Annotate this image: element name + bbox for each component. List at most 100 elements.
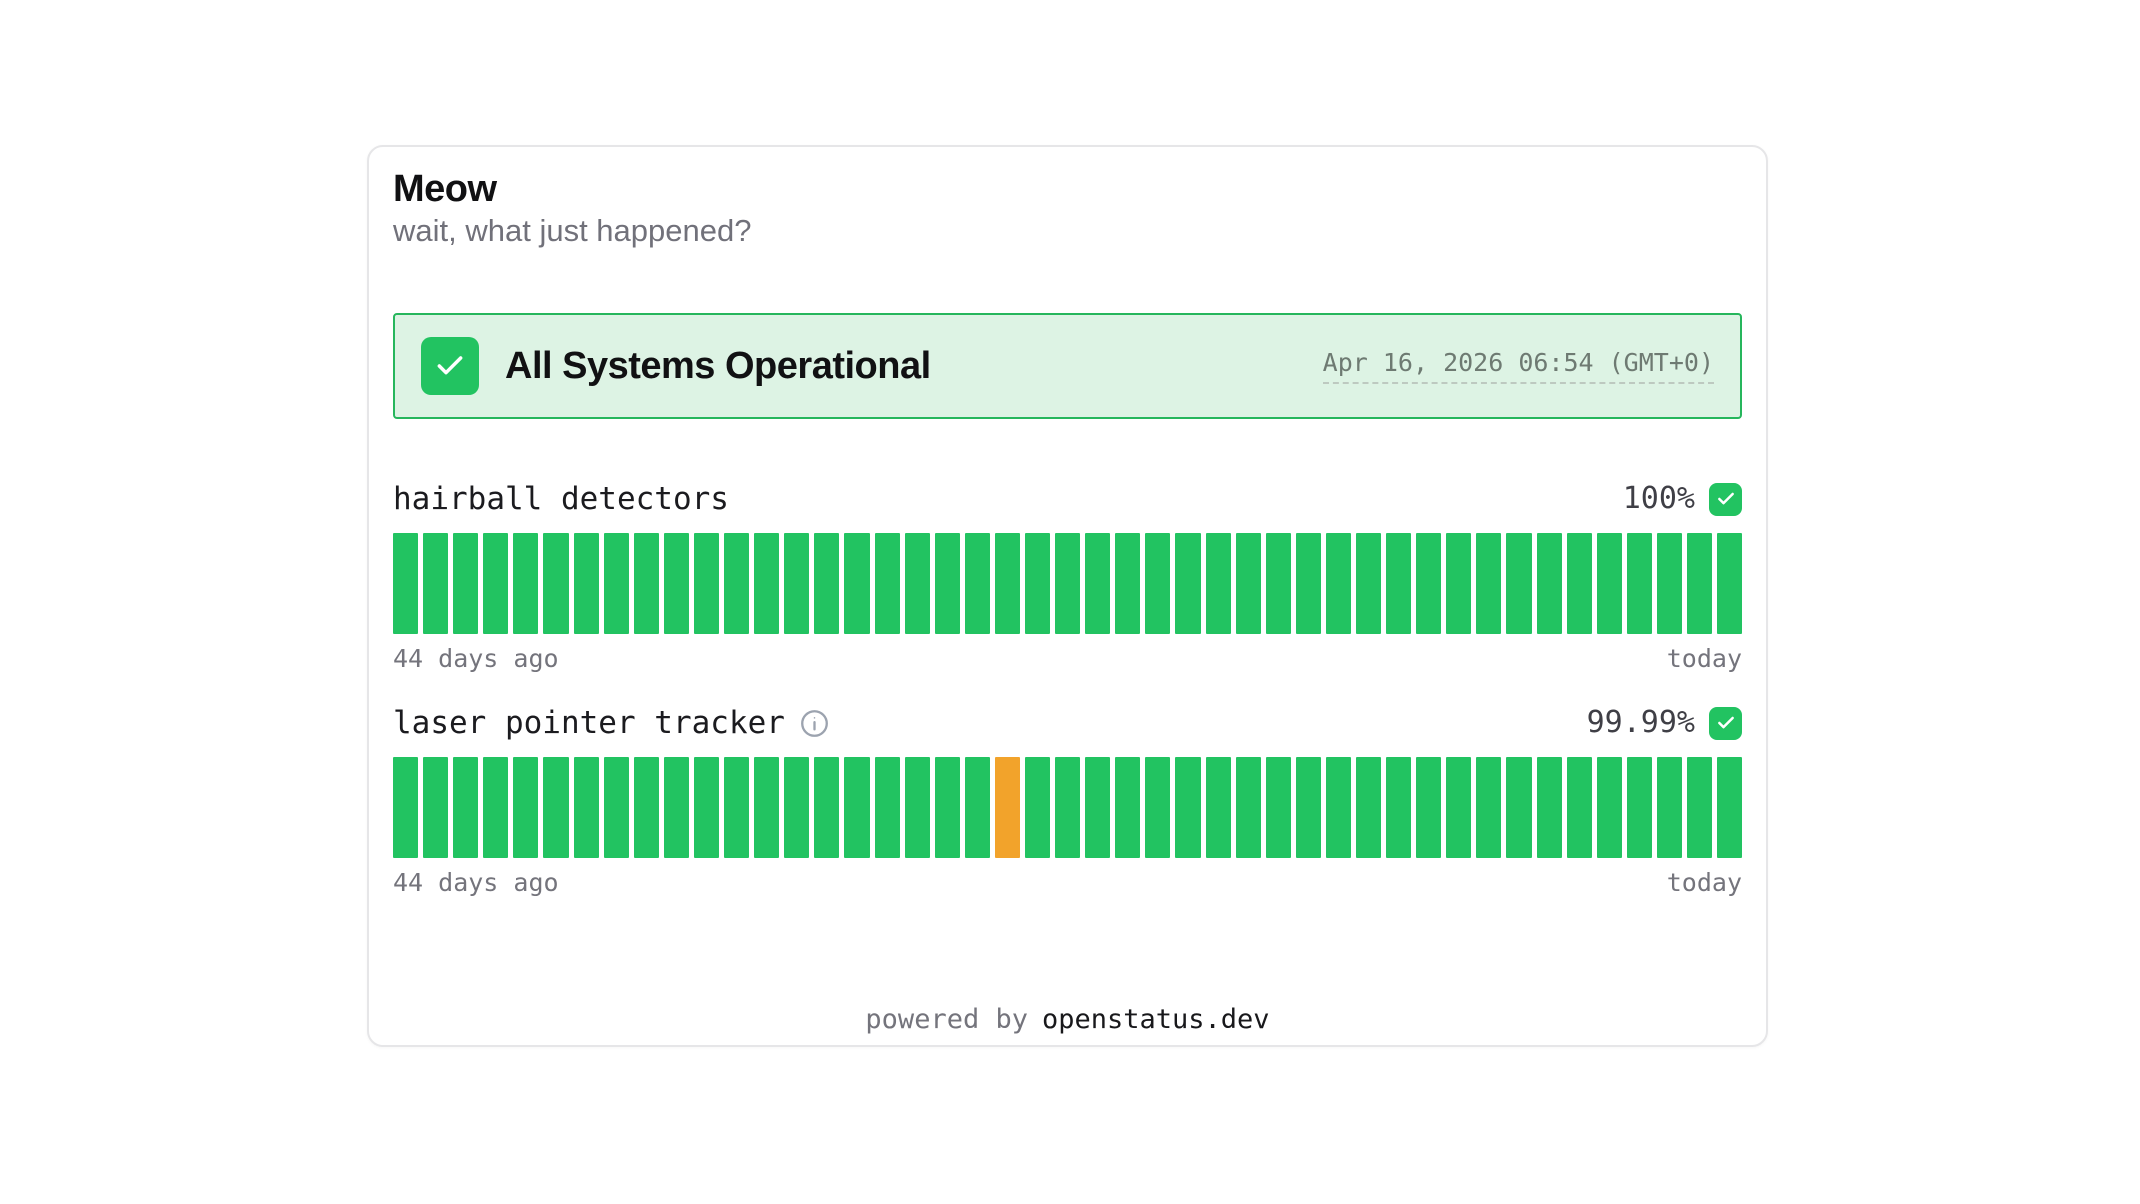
uptime-bar[interactable] bbox=[1446, 533, 1471, 634]
uptime-bar[interactable] bbox=[1236, 533, 1261, 634]
uptime-bar[interactable] bbox=[1206, 533, 1231, 634]
uptime-bar[interactable] bbox=[1085, 757, 1110, 858]
uptime-bar[interactable] bbox=[995, 533, 1020, 634]
bar-range-labels: 44 days ago today bbox=[393, 867, 1742, 899]
uptime-bar[interactable] bbox=[1115, 533, 1140, 634]
uptime-bar[interactable] bbox=[1266, 757, 1291, 858]
uptime-bar-degraded[interactable] bbox=[995, 757, 1020, 858]
openstatus-link[interactable]: openstatus.dev bbox=[1042, 1004, 1270, 1035]
uptime-bar[interactable] bbox=[1476, 533, 1501, 634]
uptime-bar[interactable] bbox=[1687, 533, 1712, 634]
uptime-bar[interactable] bbox=[1537, 533, 1562, 634]
uptime-bar[interactable] bbox=[1627, 757, 1652, 858]
uptime-bar[interactable] bbox=[1476, 757, 1501, 858]
uptime-bar[interactable] bbox=[694, 533, 719, 634]
uptime-bar[interactable] bbox=[664, 533, 689, 634]
uptime-bar[interactable] bbox=[1145, 533, 1170, 634]
uptime-bar[interactable] bbox=[1717, 757, 1742, 858]
uptime-bar[interactable] bbox=[543, 757, 568, 858]
uptime-bar[interactable] bbox=[1326, 757, 1351, 858]
uptime-bar[interactable] bbox=[935, 757, 960, 858]
monitor-header: hairball detectors 100% bbox=[393, 479, 1742, 519]
uptime-bar[interactable] bbox=[1416, 757, 1441, 858]
uptime-bar[interactable] bbox=[1175, 757, 1200, 858]
powered-by-label: powered by bbox=[865, 1004, 1028, 1035]
uptime-bar[interactable] bbox=[1416, 533, 1441, 634]
uptime-bar[interactable] bbox=[634, 533, 659, 634]
uptime-bar[interactable] bbox=[935, 533, 960, 634]
uptime-bar[interactable] bbox=[604, 533, 629, 634]
uptime-bar[interactable] bbox=[1055, 533, 1080, 634]
uptime-bar[interactable] bbox=[604, 757, 629, 858]
uptime-bar[interactable] bbox=[574, 757, 599, 858]
uptime-bar[interactable] bbox=[784, 533, 809, 634]
uptime-bar[interactable] bbox=[1506, 757, 1531, 858]
uptime-bar[interactable] bbox=[1386, 533, 1411, 634]
uptime-bar[interactable] bbox=[1296, 757, 1321, 858]
uptime-bar[interactable] bbox=[393, 533, 418, 634]
uptime-bar[interactable] bbox=[1356, 757, 1381, 858]
uptime-bar[interactable] bbox=[513, 533, 538, 634]
uptime-bar[interactable] bbox=[1386, 757, 1411, 858]
uptime-bar[interactable] bbox=[754, 533, 779, 634]
uptime-bar[interactable] bbox=[1597, 757, 1622, 858]
uptime-bar[interactable] bbox=[664, 757, 689, 858]
uptime-bar[interactable] bbox=[1717, 533, 1742, 634]
status-page-card: Meow wait, what just happened? All Syste… bbox=[367, 145, 1768, 1047]
uptime-bar[interactable] bbox=[1055, 757, 1080, 858]
uptime-bar[interactable] bbox=[875, 757, 900, 858]
check-icon bbox=[421, 337, 479, 395]
uptime-bar[interactable] bbox=[423, 757, 448, 858]
uptime-bar[interactable] bbox=[814, 757, 839, 858]
uptime-bar[interactable] bbox=[1145, 757, 1170, 858]
monitor-name: laser pointer tracker bbox=[393, 703, 785, 743]
uptime-bar[interactable] bbox=[784, 757, 809, 858]
uptime-bar[interactable] bbox=[1326, 533, 1351, 634]
uptime-bar[interactable] bbox=[724, 533, 749, 634]
uptime-bar[interactable] bbox=[905, 757, 930, 858]
uptime-bar[interactable] bbox=[844, 757, 869, 858]
status-timestamp[interactable]: Apr 16, 2026 06:54 (GMT+0) bbox=[1323, 348, 1714, 384]
uptime-bar[interactable] bbox=[1446, 757, 1471, 858]
uptime-bar[interactable] bbox=[844, 533, 869, 634]
uptime-bar[interactable] bbox=[453, 533, 478, 634]
uptime-bar[interactable] bbox=[1115, 757, 1140, 858]
uptime-bar[interactable] bbox=[483, 533, 508, 634]
uptime-bar[interactable] bbox=[1356, 533, 1381, 634]
uptime-bar[interactable] bbox=[1025, 533, 1050, 634]
uptime-bar[interactable] bbox=[1567, 757, 1592, 858]
uptime-bar[interactable] bbox=[694, 757, 719, 858]
uptime-bar[interactable] bbox=[965, 533, 990, 634]
uptime-bar[interactable] bbox=[393, 757, 418, 858]
uptime-bar[interactable] bbox=[483, 757, 508, 858]
uptime-bar[interactable] bbox=[1266, 533, 1291, 634]
uptime-bar[interactable] bbox=[1236, 757, 1261, 858]
uptime-bar[interactable] bbox=[1175, 533, 1200, 634]
uptime-bar[interactable] bbox=[965, 757, 990, 858]
uptime-bar[interactable] bbox=[513, 757, 538, 858]
uptime-bar[interactable] bbox=[1657, 533, 1682, 634]
uptime-bar[interactable] bbox=[1025, 757, 1050, 858]
uptime-bar[interactable] bbox=[1206, 757, 1231, 858]
uptime-bar[interactable] bbox=[1085, 533, 1110, 634]
uptime-bar[interactable] bbox=[1627, 533, 1652, 634]
uptime-bar[interactable] bbox=[1506, 533, 1531, 634]
uptime-bar[interactable] bbox=[814, 533, 839, 634]
uptime-bar[interactable] bbox=[1296, 533, 1321, 634]
info-icon[interactable] bbox=[799, 708, 830, 739]
uptime-bar[interactable] bbox=[905, 533, 930, 634]
uptime-bar[interactable] bbox=[875, 533, 900, 634]
uptime-bar[interactable] bbox=[754, 757, 779, 858]
uptime-bar[interactable] bbox=[1687, 757, 1712, 858]
uptime-bar[interactable] bbox=[1567, 533, 1592, 634]
uptime-bar[interactable] bbox=[724, 757, 749, 858]
uptime-bar[interactable] bbox=[1657, 757, 1682, 858]
uptime-bar[interactable] bbox=[423, 533, 448, 634]
uptime-bar[interactable] bbox=[1537, 757, 1562, 858]
uptime-bar[interactable] bbox=[543, 533, 568, 634]
uptime-bar[interactable] bbox=[574, 533, 599, 634]
uptime-bar[interactable] bbox=[1597, 533, 1622, 634]
uptime-bar[interactable] bbox=[453, 757, 478, 858]
uptime-bar[interactable] bbox=[634, 757, 659, 858]
page-title: Meow bbox=[393, 167, 1742, 211]
